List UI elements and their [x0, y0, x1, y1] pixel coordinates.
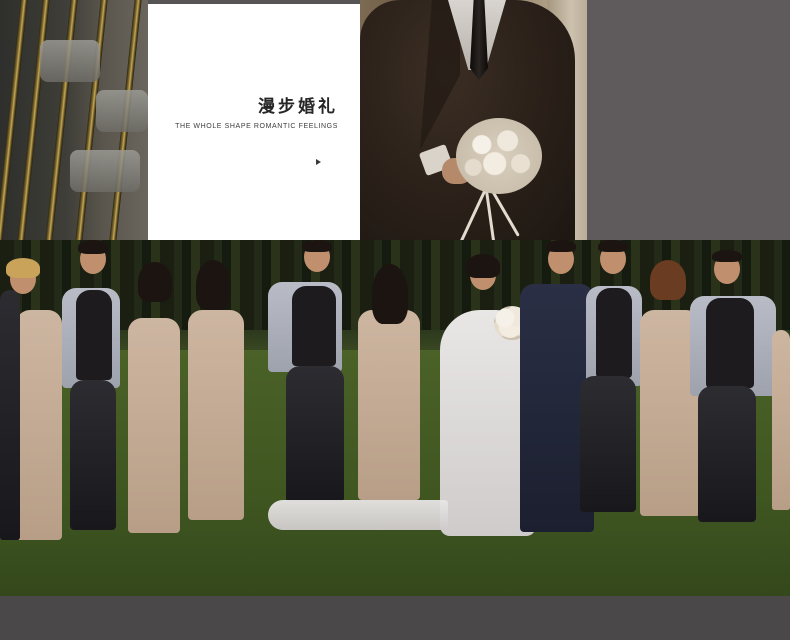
bottom-strip: [0, 596, 790, 640]
chairs-photo: [0, 0, 148, 240]
group-wedding-photo: [0, 240, 790, 596]
card-title: 漫步婚礼: [258, 97, 338, 117]
grey-panel: [587, 0, 790, 240]
title-card[interactable]: 漫步婚礼 THE WHOLE SHAPE ROMANTIC FEELINGS: [148, 4, 360, 240]
card-subtitle: THE WHOLE SHAPE ROMANTIC FEELINGS: [175, 123, 338, 130]
play-arrow-icon[interactable]: [316, 159, 321, 165]
groom-bouquet-photo: [360, 0, 587, 240]
